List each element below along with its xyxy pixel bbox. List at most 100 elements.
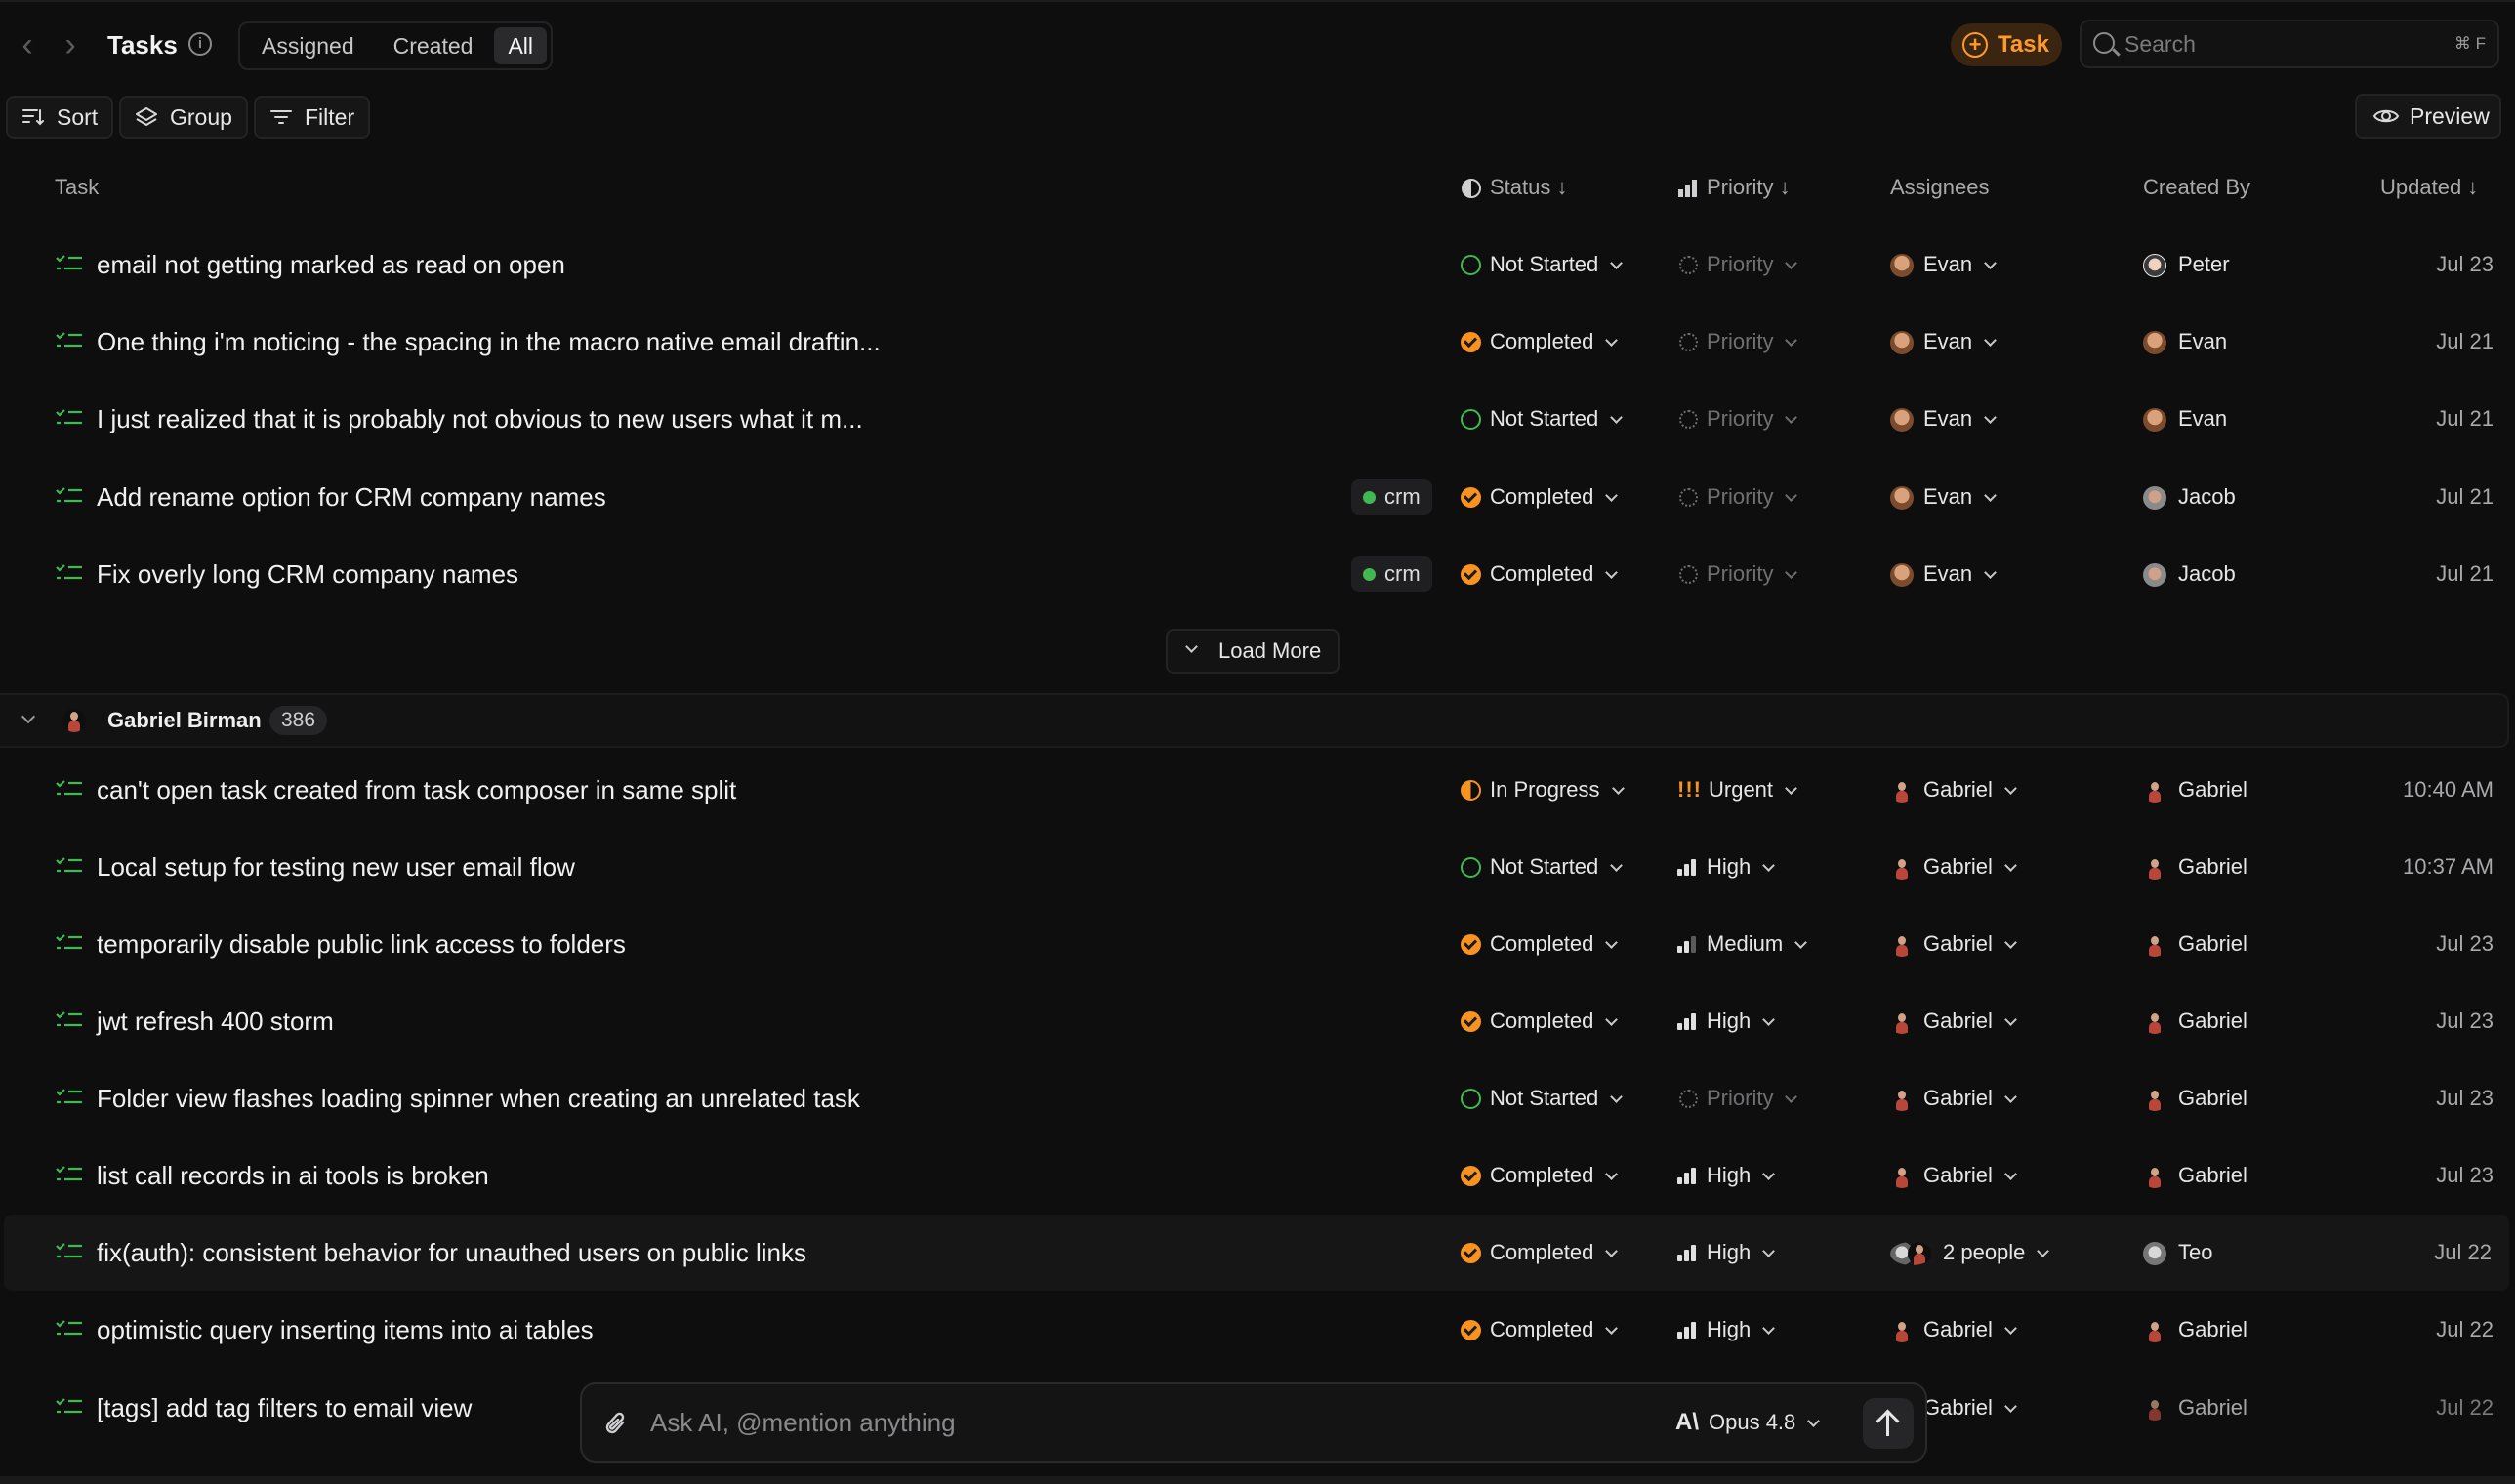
status-dropdown[interactable]: Not Started (1461, 829, 1624, 905)
assignee-dropdown[interactable]: Evan (1890, 304, 1998, 380)
completed-check-icon (1461, 487, 1481, 508)
table-row[interactable]: Folder view flashes loading spinner when… (0, 1060, 2515, 1136)
preview-button[interactable]: Preview (2355, 94, 2501, 139)
task-title[interactable]: email not getting marked as read on open (97, 227, 565, 303)
priority-dropdown[interactable]: High (1677, 983, 1776, 1059)
tag-badge[interactable]: crm (1351, 479, 1432, 515)
tag-badge[interactable]: crm (1351, 556, 1432, 592)
priority-dropdown[interactable]: High (1677, 1137, 1776, 1214)
column-header-task[interactable]: Task (55, 170, 99, 205)
priority-dropdown[interactable]: Priority (1677, 536, 1798, 612)
task-title[interactable]: Fix overly long CRM company names (97, 536, 518, 612)
status-dropdown[interactable]: Not Started (1461, 227, 1624, 303)
priority-dropdown[interactable]: !!! Urgent (1677, 752, 1797, 828)
task-title[interactable]: jwt refresh 400 storm (97, 983, 334, 1059)
column-header-assignees[interactable]: Assignees (1890, 170, 1990, 205)
task-title[interactable]: fix(auth): consistent behavior for unaut… (97, 1215, 806, 1291)
tab-assigned[interactable]: Assigned (244, 27, 372, 64)
assignee-dropdown[interactable]: Evan (1890, 459, 1998, 535)
task-title[interactable]: optimistic query inserting items into ai… (97, 1292, 594, 1368)
priority-dropdown[interactable]: Priority (1677, 304, 1798, 380)
assignee-dropdown[interactable]: Gabriel (1890, 983, 2017, 1059)
priority-dropdown[interactable]: High (1677, 829, 1776, 905)
updated-date: Jul 21 (2436, 406, 2494, 431)
table-row[interactable]: Local setup for testing new user email f… (0, 829, 2515, 905)
priority-dropdown[interactable]: High (1677, 1215, 1776, 1291)
column-header-updated[interactable]: Updated ↓ (2380, 170, 2478, 205)
avatar (2143, 1397, 2166, 1421)
table-row[interactable]: optimistic query inserting items into ai… (0, 1292, 2515, 1368)
status-dropdown[interactable]: Completed (1461, 1292, 1619, 1368)
layers-icon (136, 107, 157, 126)
table-row[interactable]: can't open task created from task compos… (0, 752, 2515, 828)
forward-arrow-icon[interactable]: › (53, 25, 88, 64)
priority-dropdown[interactable]: Priority (1677, 1060, 1798, 1136)
priority-dropdown[interactable]: Priority (1677, 227, 1798, 303)
task-title[interactable]: list call records in ai tools is broken (97, 1137, 489, 1214)
assignee-dropdown[interactable]: Evan (1890, 381, 1998, 457)
status-dropdown[interactable]: Not Started (1461, 1060, 1624, 1136)
task-title[interactable]: Local setup for testing new user email f… (97, 829, 575, 905)
assignee-dropdown[interactable]: Gabriel (1890, 752, 2017, 828)
status-dropdown[interactable]: Completed (1461, 459, 1619, 535)
status-dropdown[interactable]: Completed (1461, 1137, 1619, 1214)
back-arrow-icon[interactable]: ‹ (10, 25, 45, 64)
table-row[interactable]: list call records in ai tools is broken … (0, 1137, 2515, 1214)
priority-dropdown[interactable]: Priority (1677, 381, 1798, 457)
priority-dropdown[interactable]: High (1677, 1292, 1776, 1368)
assignee-dropdown[interactable]: Gabriel (1890, 1292, 2017, 1368)
assignee-dropdown[interactable]: Gabriel (1890, 906, 2017, 982)
assignee-dropdown[interactable]: 2 people (1890, 1215, 2050, 1291)
status-dropdown[interactable]: Completed (1461, 536, 1619, 612)
info-icon[interactable]: i (188, 32, 212, 56)
column-header-status[interactable]: Status ↓ (1461, 170, 1568, 205)
sort-button[interactable]: Sort (6, 96, 114, 139)
group-button[interactable]: Group (119, 96, 248, 139)
table-row[interactable]: Fix overly long CRM company names crm Co… (0, 536, 2515, 612)
model-selector[interactable]: A\ Opus 4.8 (1675, 1384, 1821, 1461)
filter-button[interactable]: Filter (254, 96, 371, 139)
table-row[interactable]: One thing i'm noticing - the spacing in … (0, 304, 2515, 380)
task-title[interactable]: temporarily disable public link access t… (97, 906, 626, 982)
assignee-dropdown[interactable]: Evan (1890, 227, 1998, 303)
table-row[interactable]: Add rename option for CRM company names … (0, 459, 2515, 535)
priority-dropdown[interactable]: Priority (1677, 459, 1798, 535)
assignee-dropdown[interactable]: Gabriel (1890, 829, 2017, 905)
column-header-created-by[interactable]: Created By (2143, 170, 2250, 205)
column-header-priority[interactable]: Priority ↓ (1677, 170, 1791, 205)
status-dropdown[interactable]: Completed (1461, 906, 1619, 982)
task-title[interactable]: Add rename option for CRM company names (97, 459, 606, 535)
task-title[interactable]: Folder view flashes loading spinner when… (97, 1060, 860, 1136)
table-row[interactable]: temporarily disable public link access t… (0, 906, 2515, 982)
new-task-button[interactable]: + Task (1951, 23, 2062, 66)
tab-all[interactable]: All (494, 27, 548, 64)
priority-dropdown[interactable]: Medium (1677, 906, 1808, 982)
composer-placeholder[interactable]: Ask AI, @mention anything (650, 1384, 956, 1461)
group-header[interactable]: Gabriel Birman 386 (0, 693, 2509, 748)
task-title[interactable]: can't open task created from task compos… (97, 752, 736, 828)
task-title[interactable]: I just realized that it is probably not … (97, 381, 863, 457)
paperclip-icon[interactable] (603, 1410, 629, 1439)
status-dropdown[interactable]: Completed (1461, 1215, 1619, 1291)
status-dropdown[interactable]: Not Started (1461, 381, 1624, 457)
task-title[interactable]: [tags] add tag filters to email view (97, 1370, 472, 1446)
search-input[interactable]: Search ⌘ F (2080, 20, 2499, 68)
table-row[interactable]: email not getting marked as read on open… (0, 227, 2515, 303)
created-by: Gabriel (2143, 829, 2247, 905)
ai-composer[interactable]: Ask AI, @mention anything A\ Opus 4.8 (580, 1382, 1927, 1463)
status-dropdown[interactable]: Completed (1461, 304, 1619, 380)
assignee-dropdown[interactable]: Gabriel (1890, 1060, 2017, 1136)
assignee-dropdown[interactable]: Evan (1890, 536, 1998, 612)
send-arrow-icon[interactable] (1863, 1398, 1914, 1449)
table-row[interactable]: fix(auth): consistent behavior for unaut… (4, 1215, 2509, 1291)
chevron-down-icon (2004, 1013, 2017, 1026)
task-title[interactable]: One thing i'm noticing - the spacing in … (97, 304, 881, 380)
table-row[interactable]: jwt refresh 400 storm Completed High Gab… (0, 983, 2515, 1059)
assignee-dropdown[interactable]: Gabriel (1890, 1137, 2017, 1214)
status-dropdown[interactable]: Completed (1461, 983, 1619, 1059)
tab-created[interactable]: Created (376, 27, 491, 64)
status-dropdown[interactable]: In Progress (1461, 752, 1625, 828)
collapse-chevron-icon[interactable] (21, 709, 36, 724)
table-row[interactable]: I just realized that it is probably not … (0, 381, 2515, 457)
load-more-button[interactable]: Load More (1166, 629, 1340, 674)
